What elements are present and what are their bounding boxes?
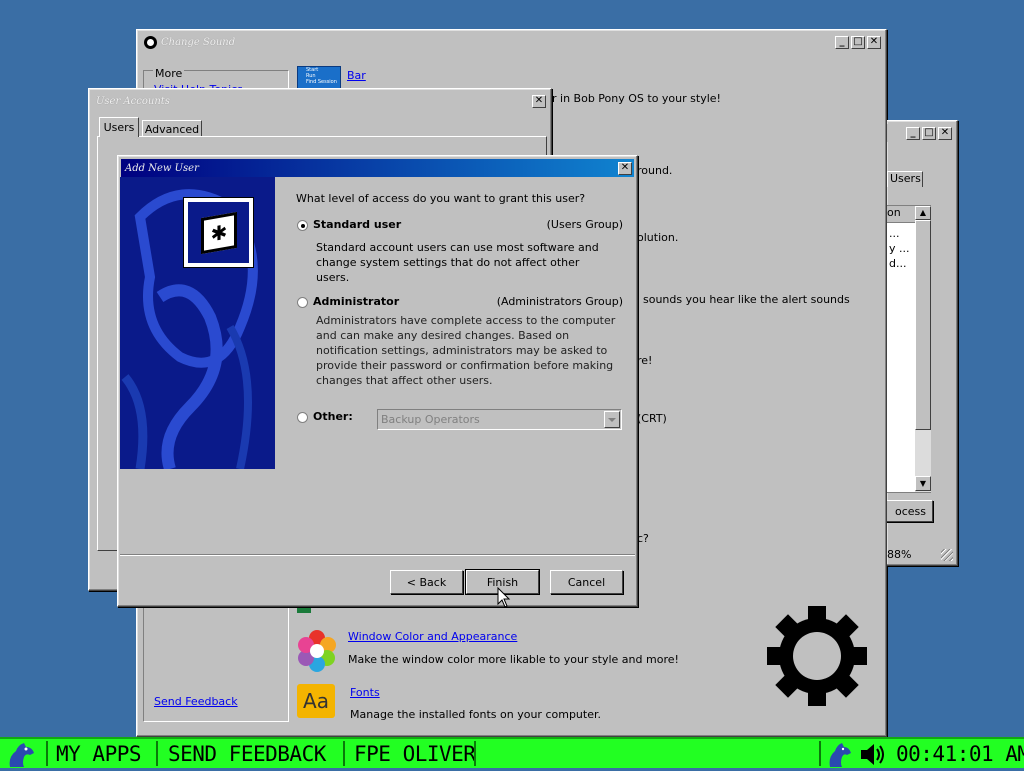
taskbar-link[interactable]: Bar <box>347 69 366 82</box>
access-question: What level of access do you want to gran… <box>296 192 586 205</box>
standard-user-description: Standard account users can use most soft… <box>316 241 599 284</box>
chevron-down-icon <box>608 417 616 422</box>
scroll-down-button[interactable]: ▼ <box>915 476 931 491</box>
color-wheel-icon <box>298 630 336 672</box>
user-accounts-titlebar[interactable]: User Accounts ✕ <box>92 92 548 110</box>
fonts-link[interactable]: Fonts <box>350 686 380 699</box>
standard-user-radio[interactable] <box>297 220 308 231</box>
pony-logo-icon <box>9 743 34 767</box>
right-window-titlebar[interactable]: _ □ ✕ <box>887 124 954 142</box>
dropdown-arrow-button[interactable] <box>604 411 620 428</box>
taskbar: MY APPS SEND FEEDBACK FPE OLIVER 00:41:0… <box>0 737 1024 768</box>
window-title: User Accounts <box>96 95 170 107</box>
administrator-group: (Administrators Group) <box>496 295 623 308</box>
item-desc-3: olution. <box>637 231 679 244</box>
other-group-value: Backup Operators <box>381 413 480 426</box>
settings-gear-icon[interactable] <box>767 606 867 706</box>
gear-icon <box>144 35 157 49</box>
administrator-label[interactable]: Administrator <box>313 295 399 308</box>
dialog-titlebar[interactable]: Add New User ✕ <box>121 159 634 177</box>
personalize-titlebar[interactable]: Change Sound _ □ ✕ <box>140 33 883 51</box>
speaker-icon[interactable] <box>858 741 888 768</box>
fonts-desc: Manage the installed fonts on your compu… <box>350 708 601 721</box>
other-label[interactable]: Other: <box>313 410 353 423</box>
window-title: Change Sound <box>161 36 236 48</box>
tab-advanced[interactable]: Advanced <box>142 120 202 137</box>
clock[interactable]: 00:41:01 AM <box>896 739 1024 768</box>
administrator-description: Administrators have complete access to t… <box>316 314 616 387</box>
start-button[interactable] <box>4 741 44 768</box>
window-color-desc: Make the window color more likable to yo… <box>348 653 679 666</box>
send-feedback-link[interactable]: Send Feedback <box>154 695 238 708</box>
maximize-button[interactable]: □ <box>851 35 865 49</box>
network-pony-icon[interactable] <box>826 741 854 768</box>
separator <box>120 554 635 556</box>
administrator-radio[interactable] <box>297 297 308 308</box>
minimize-button[interactable]: _ <box>835 35 849 49</box>
taskbar-separator <box>343 741 345 766</box>
other-radio[interactable] <box>297 412 308 423</box>
taskbar-separator <box>474 741 476 766</box>
tab-users[interactable]: Users <box>99 117 139 137</box>
close-button[interactable]: ✕ <box>938 126 952 140</box>
status-text: 88% <box>887 548 912 561</box>
mouse-cursor-icon <box>497 587 511 608</box>
close-button[interactable]: ✕ <box>532 94 546 108</box>
item-desc-1: r in Bob Pony OS to your style! <box>552 92 721 105</box>
close-button[interactable]: ✕ <box>867 35 881 49</box>
standard-user-group: (Users Group) <box>546 218 623 231</box>
minimize-button[interactable]: _ <box>906 126 920 140</box>
standard-user-label[interactable]: Standard user <box>313 218 401 231</box>
fonts-icon: Aa <box>297 684 335 718</box>
item-desc-7: c? <box>637 532 649 545</box>
item-desc-6: (CRT) <box>637 412 667 425</box>
more-group-label: More <box>153 67 185 80</box>
taskbar-separator <box>46 741 48 766</box>
wizard-banner: ✱ <box>120 177 275 469</box>
add-user-dialog: Add New User ✕ ✱ What level of access do… <box>117 155 638 607</box>
taskbar-thumbnail-icon: Start Run Find Session <box>297 66 341 90</box>
cancel-button[interactable]: Cancel <box>550 570 623 594</box>
taskbar-separator <box>156 741 158 766</box>
send-feedback-button[interactable]: SEND FEEDBACK <box>168 739 326 768</box>
item-desc-4: sounds you hear like the alert sounds <box>643 293 850 306</box>
scroll-up-button[interactable]: ▲ <box>915 206 931 220</box>
resize-grip[interactable] <box>941 549 953 561</box>
scroll-thumb[interactable] <box>915 220 931 430</box>
tab-users[interactable]: Users <box>887 171 923 187</box>
list-scrollbar[interactable]: ▲ <box>915 206 931 492</box>
taskbar-separator <box>819 741 821 766</box>
other-group-select[interactable]: Backup Operators <box>377 409 622 430</box>
maximize-button[interactable]: □ <box>922 126 936 140</box>
user-button[interactable]: FPE OLIVER <box>354 739 476 768</box>
right-window: _ □ ✕ Users on ... y ... d... ▲ ▼ ocess … <box>887 120 958 566</box>
window-color-link[interactable]: Window Color and Appearance <box>348 630 517 643</box>
item-desc-2: round. <box>637 164 673 177</box>
user-account-icon: ✱ <box>183 197 254 268</box>
my-apps-button[interactable]: MY APPS <box>56 739 142 768</box>
close-button[interactable]: ✕ <box>618 161 632 175</box>
back-button[interactable]: < Back <box>390 570 463 594</box>
access-button[interactable]: ocess <box>887 500 933 522</box>
item-desc-5: re! <box>637 354 653 367</box>
dialog-title: Add New User <box>125 162 199 174</box>
